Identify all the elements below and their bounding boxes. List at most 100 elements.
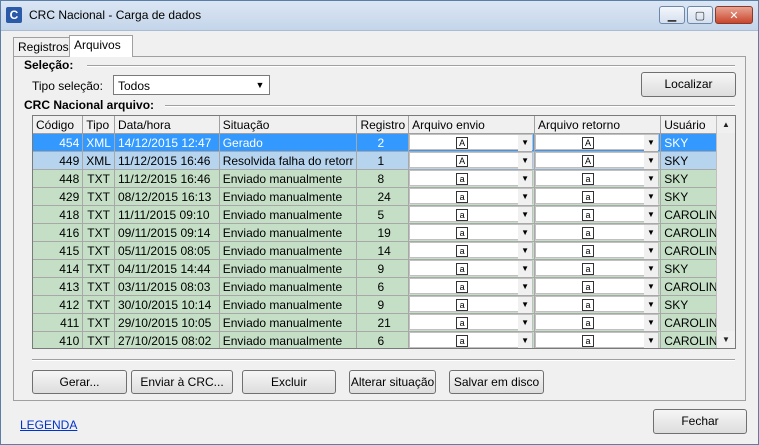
arquivo-retorno-cell-combo[interactable]: a ▼ xyxy=(534,224,659,241)
arquivo-envio-cell[interactable]: a ▼ xyxy=(408,277,535,296)
chevron-down-icon[interactable]: ▼ xyxy=(518,171,533,187)
chevron-down-icon[interactable]: ▼ xyxy=(643,225,658,241)
arquivo-envio-cell-combo[interactable]: a ▼ xyxy=(409,206,534,223)
arquivo-retorno-cell-combo[interactable]: A ▼ xyxy=(534,134,659,151)
arquivo-envio-cell[interactable]: a ▼ xyxy=(408,205,535,224)
arquivo-retorno-cell-combo[interactable]: a ▼ xyxy=(534,170,659,187)
arquivo-envio-cell-combo[interactable]: A ▼ xyxy=(409,134,534,151)
table-row[interactable]: 413 TXT 03/11/2015 08:03 Enviado manualment… xyxy=(33,277,735,296)
chevron-down-icon[interactable]: ▼ xyxy=(643,243,658,259)
table-row[interactable]: 410 TXT 27/10/2015 08:02 Enviado manualment… xyxy=(33,331,735,348)
arquivo-envio-cell-combo[interactable]: a ▼ xyxy=(409,242,534,259)
column-header-tipo[interactable]: Tipo xyxy=(82,116,115,134)
scroll-down-icon[interactable]: ▼ xyxy=(717,331,735,348)
fechar-button[interactable]: Fechar xyxy=(653,409,747,434)
scroll-up-icon[interactable]: ▲ xyxy=(717,116,735,133)
chevron-down-icon[interactable]: ▼ xyxy=(518,225,533,241)
chevron-down-icon[interactable]: ▼ xyxy=(518,189,533,205)
column-header-arquivo-retorno[interactable]: Arquivo retorno xyxy=(534,116,662,134)
minimize-button[interactable]: ▁ xyxy=(659,6,685,24)
arquivo-envio-cell-combo[interactable]: a ▼ xyxy=(409,224,534,241)
localizar-button[interactable]: Localizar xyxy=(641,72,736,97)
arquivo-retorno-cell[interactable]: a ▼ xyxy=(534,331,662,348)
arquivo-envio-cell-combo[interactable]: a ▼ xyxy=(409,188,534,205)
arquivo-retorno-cell-combo[interactable]: A ▼ xyxy=(534,152,659,169)
arquivo-retorno-cell[interactable]: a ▼ xyxy=(534,295,662,314)
chevron-down-icon[interactable]: ▼ xyxy=(518,279,533,295)
table-row[interactable]: 411 TXT 29/10/2015 10:05 Enviado manualment… xyxy=(33,313,735,332)
chevron-down-icon[interactable]: ▼ xyxy=(643,153,658,169)
chevron-down-icon[interactable]: ▼ xyxy=(643,261,658,277)
arquivo-envio-cell-combo[interactable]: a ▼ xyxy=(409,296,534,313)
chevron-down-icon[interactable]: ▼ xyxy=(643,315,658,331)
arquivo-envio-cell-combo[interactable]: a ▼ xyxy=(409,314,534,331)
column-header-arquivo-envio[interactable]: Arquivo envio xyxy=(408,116,535,134)
arquivo-retorno-cell[interactable]: A ▼ xyxy=(534,151,662,170)
chevron-down-icon[interactable]: ▼ xyxy=(643,135,658,151)
table-row[interactable]: 415 TXT 05/11/2015 08:05 Enviado manualment… xyxy=(33,241,735,260)
arquivo-retorno-cell-combo[interactable]: a ▼ xyxy=(534,260,659,277)
arquivo-envio-cell[interactable]: a ▼ xyxy=(408,331,535,348)
arquivo-retorno-cell-combo[interactable]: a ▼ xyxy=(534,206,659,223)
arquivo-envio-cell[interactable]: a ▼ xyxy=(408,259,535,278)
arquivo-envio-cell-combo[interactable]: a ▼ xyxy=(409,260,534,277)
chevron-down-icon[interactable]: ▼ xyxy=(643,207,658,223)
salvar-disco-button[interactable]: Salvar em disco xyxy=(449,370,544,394)
arquivo-retorno-cell[interactable]: a ▼ xyxy=(534,259,662,278)
arquivo-retorno-cell-combo[interactable]: a ▼ xyxy=(534,278,659,295)
title-bar[interactable]: C CRC Nacional - Carga de dados ▁ ▢ ✕ xyxy=(1,1,758,31)
chevron-down-icon[interactable]: ▼ xyxy=(518,261,533,277)
arquivo-retorno-cell[interactable]: a ▼ xyxy=(534,313,662,332)
arquivo-retorno-cell[interactable]: a ▼ xyxy=(534,277,662,296)
chevron-down-icon[interactable]: ▼ xyxy=(643,297,658,313)
arquivo-retorno-cell[interactable]: A ▼ xyxy=(534,133,662,152)
chevron-down-icon[interactable]: ▼ xyxy=(518,315,533,331)
table-row[interactable]: 416 TXT 09/11/2015 09:14 Enviado manualment… xyxy=(33,223,735,242)
arquivo-envio-cell-combo[interactable]: a ▼ xyxy=(409,278,534,295)
chevron-down-icon[interactable]: ▼ xyxy=(643,189,658,205)
chevron-down-icon[interactable]: ▼ xyxy=(253,78,267,92)
arquivo-retorno-cell-combo[interactable]: a ▼ xyxy=(534,332,659,348)
arquivo-envio-cell[interactable]: a ▼ xyxy=(408,169,535,188)
column-header-registros[interactable]: Registro xyxy=(356,116,410,134)
arquivo-envio-cell[interactable]: a ▼ xyxy=(408,295,535,314)
arquivo-envio-cell[interactable]: A ▼ xyxy=(408,151,535,170)
table-row[interactable]: 429 TXT 08/12/2015 16:13 Enviado manualment… xyxy=(33,187,735,206)
table-row[interactable]: 454 XML 14/12/2015 12:47 Gerado 2 A ▼ A ▼ SKY xyxy=(33,133,735,152)
chevron-down-icon[interactable]: ▼ xyxy=(518,153,533,169)
table-row[interactable]: 449 XML 11/12/2015 16:46 Resolvida falha do… xyxy=(33,151,735,170)
tipo-selecao-select[interactable]: Todos ▼ xyxy=(113,75,270,95)
table-row[interactable]: 418 TXT 11/11/2015 09:10 Enviado manualment… xyxy=(33,205,735,224)
gerar-button[interactable]: Gerar... xyxy=(32,370,127,394)
arquivo-retorno-cell-combo[interactable]: a ▼ xyxy=(534,188,659,205)
alterar-situacao-button[interactable]: Alterar situação xyxy=(349,370,436,394)
close-button[interactable]: ✕ xyxy=(715,6,753,24)
tab-registros[interactable]: Registros xyxy=(13,37,75,56)
arquivo-envio-cell[interactable]: a ▼ xyxy=(408,241,535,260)
arquivo-envio-cell[interactable]: a ▼ xyxy=(408,223,535,242)
arquivo-retorno-cell[interactable]: a ▼ xyxy=(534,223,662,242)
arquivo-envio-cell[interactable]: a ▼ xyxy=(408,187,535,206)
arquivo-envio-cell[interactable]: a ▼ xyxy=(408,313,535,332)
arquivo-retorno-cell-combo[interactable]: a ▼ xyxy=(534,314,659,331)
arquivo-retorno-cell[interactable]: a ▼ xyxy=(534,169,662,188)
chevron-down-icon[interactable]: ▼ xyxy=(518,135,533,151)
arquivo-retorno-cell[interactable]: a ▼ xyxy=(534,241,662,260)
column-header-datahora[interactable]: Data/hora xyxy=(114,116,220,134)
arquivo-envio-cell-combo[interactable]: a ▼ xyxy=(409,332,534,348)
chevron-down-icon[interactable]: ▼ xyxy=(643,171,658,187)
chevron-down-icon[interactable]: ▼ xyxy=(518,333,533,348)
enviar-crc-button[interactable]: Enviar à CRC... xyxy=(131,370,233,394)
legenda-link[interactable]: LEGENDA xyxy=(20,418,77,432)
arquivo-retorno-cell-combo[interactable]: a ▼ xyxy=(534,242,659,259)
arquivo-envio-cell-combo[interactable]: a ▼ xyxy=(409,170,534,187)
table-row[interactable]: 414 TXT 04/11/2015 14:44 Enviado manualment… xyxy=(33,259,735,278)
maximize-button[interactable]: ▢ xyxy=(687,6,713,24)
arquivo-envio-cell-combo[interactable]: A ▼ xyxy=(409,152,534,169)
chevron-down-icon[interactable]: ▼ xyxy=(643,333,658,348)
column-header-codigo[interactable]: Código xyxy=(33,116,84,134)
arquivo-envio-cell[interactable]: A ▼ xyxy=(408,133,535,152)
table-row[interactable]: 448 TXT 11/12/2015 16:46 Enviado manualment… xyxy=(33,169,735,188)
chevron-down-icon[interactable]: ▼ xyxy=(518,243,533,259)
tab-arquivos[interactable]: Arquivos xyxy=(69,35,133,57)
